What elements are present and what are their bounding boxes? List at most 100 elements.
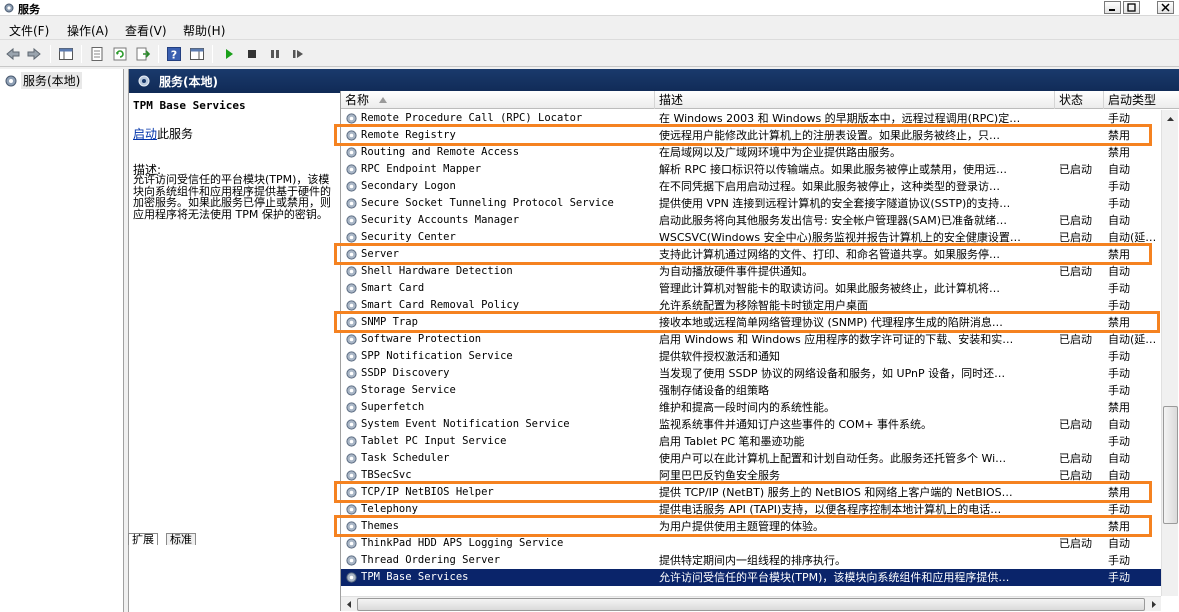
service-row[interactable]: Secure Socket Tunneling Protocol Service…: [341, 195, 1161, 212]
vertical-scroll-thumb[interactable]: [1163, 406, 1178, 524]
service-name: ThinkPad HDD APS Logging Service: [361, 537, 564, 549]
close-button[interactable]: [1157, 1, 1174, 14]
service-startup-type: 禁用: [1108, 146, 1130, 159]
service-name-cell: Routing and Remote Access: [345, 144, 651, 161]
service-row[interactable]: ThinkPad HDD APS Logging Service 已启动 自动: [341, 535, 1161, 552]
menu-file[interactable]: 文件(F): [9, 22, 49, 39]
back-icon: [6, 47, 20, 61]
column-header-startup-type[interactable]: 启动类型: [1104, 91, 1179, 109]
menu-view[interactable]: 查看(V): [125, 22, 167, 39]
restart-service-button[interactable]: [289, 45, 307, 63]
menu-help[interactable]: 帮助(H): [183, 22, 225, 39]
service-row[interactable]: TBSecSvc 阿里巴巴反钓鱼安全服务 已启动 自动: [341, 467, 1161, 484]
service-detail-panel: TPM Base Services 启动此服务 描述: 允许访问受信任的平台模块…: [129, 95, 336, 585]
service-row[interactable]: TCP/IP NetBIOS Helper 提供 TCP/IP (NetBT) 服…: [341, 484, 1161, 501]
service-description: 提供使用 VPN 连接到远程计算机的安全套接字隧道协议(SSTP)的支持…: [659, 197, 1011, 210]
menu-action[interactable]: 操作(A): [67, 22, 109, 39]
service-row[interactable]: TPM Base Services 允许访问受信任的平台模块(TPM)，该模块向系…: [341, 569, 1161, 586]
service-row[interactable]: Secondary Logon 在不同凭据下启用启动过程。如果此服务被停止，这种类…: [341, 178, 1161, 195]
service-row[interactable]: Security Accounts Manager 启动此服务将向其他服务发出信号…: [341, 212, 1161, 229]
service-name-cell: Tablet PC Input Service: [345, 433, 651, 450]
service-gear-icon: [346, 181, 357, 192]
minimize-button[interactable]: [1104, 1, 1121, 14]
forward-button[interactable]: [25, 45, 43, 63]
export-icon: [136, 47, 151, 61]
services-gear-icon: [138, 75, 150, 87]
service-description: 启动此服务将向其他服务发出信号: 安全帐户管理器(SAM)已准备就绪…: [659, 214, 1007, 227]
service-description: 阿里巴巴反钓鱼安全服务: [659, 469, 780, 482]
service-row[interactable]: RPC Endpoint Mapper 解析 RPC 接口标识符以传输端点。如果此…: [341, 161, 1161, 178]
service-name-cell: SSDP Discovery: [345, 365, 651, 382]
service-startup-type: 自动: [1108, 163, 1130, 176]
service-row[interactable]: Smart Card Removal Policy 允许系统配置为移除智能卡时锁定…: [341, 297, 1161, 314]
tab-standard[interactable]: 标准: [166, 533, 196, 546]
service-row[interactable]: Themes 为用户提供使用主题管理的体验。 禁用: [341, 518, 1161, 535]
service-status: 已启动: [1059, 469, 1092, 482]
service-row[interactable]: System Event Notification Service 监视系统事件并…: [341, 416, 1161, 433]
service-row[interactable]: SNMP Trap 接收本地或远程简单网络管理协议 (SNMP) 代理程序生成的陷…: [341, 314, 1161, 331]
scroll-up-button[interactable]: [1163, 111, 1178, 126]
service-gear-icon: [346, 317, 357, 328]
services-list: 名称 描述 状态 启动类型 Remote Procedure Call (RPC…: [334, 91, 1179, 611]
scroll-right-icon: [1151, 601, 1156, 608]
service-row[interactable]: Superfetch 维护和提高一段时间内的系统性能。 禁用: [341, 399, 1161, 416]
service-row[interactable]: Smart Card 管理此计算机对智能卡的取读访问。如果此服务被终止，此计算机将…: [341, 280, 1161, 297]
service-row[interactable]: Storage Service 强制存储设备的组策略 手动: [341, 382, 1161, 399]
service-row[interactable]: SPP Notification Service 提供软件授权激活和通知 手动: [341, 348, 1161, 365]
services-gear-icon: [4, 3, 14, 13]
service-row[interactable]: Tablet PC Input Service 启用 Tablet PC 笔和墨迹…: [341, 433, 1161, 450]
scroll-right-button[interactable]: [1146, 597, 1161, 612]
maximize-button[interactable]: [1123, 1, 1140, 14]
service-gear-icon: [346, 283, 357, 294]
content-pane: 服务(本地) TPM Base Services 启动此服务 描述: 允许访问受…: [128, 69, 1179, 612]
service-row[interactable]: Remote Procedure Call (RPC) Locator 在 Win…: [341, 110, 1161, 127]
start-service-link[interactable]: 启动: [133, 127, 157, 141]
service-description: WSCSVC(Windows 安全中心)服务监视并报告计算机上的安全健康设置…: [659, 231, 1021, 244]
service-gear-icon: [346, 402, 357, 413]
back-button[interactable]: [4, 45, 22, 63]
tree-node-services-local[interactable]: 服务(本地): [4, 72, 83, 89]
stop-service-button[interactable]: [243, 45, 261, 63]
scroll-up-icon: [1167, 116, 1174, 121]
help-button[interactable]: ?: [165, 45, 183, 63]
service-row[interactable]: Server 支持此计算机通过网络的文件、打印、和命名管道共享。如果服务停… 禁用: [341, 246, 1161, 263]
start-service-button[interactable]: [220, 45, 238, 63]
service-name: Task Scheduler: [361, 452, 450, 464]
service-row[interactable]: Routing and Remote Access 在局域网以及广域网环境中为企业…: [341, 144, 1161, 161]
column-header-status[interactable]: 状态: [1055, 91, 1104, 109]
service-row[interactable]: Task Scheduler 使用户可以在此计算机上配置和计划自动任务。此服务还托…: [341, 450, 1161, 467]
console-tree-button[interactable]: [57, 45, 75, 63]
service-status: 已启动: [1059, 418, 1092, 431]
service-gear-icon: [346, 130, 357, 141]
service-description: 在不同凭据下启用启动过程。如果此服务被停止，这种类型的登录访…: [659, 180, 1000, 193]
horizontal-scrollbar[interactable]: [341, 596, 1161, 611]
scroll-left-button[interactable]: [341, 597, 356, 612]
refresh-button[interactable]: [111, 45, 129, 63]
horizontal-scroll-thumb[interactable]: [357, 598, 1145, 611]
service-name-cell: Smart Card Removal Policy: [345, 297, 651, 314]
service-gear-icon: [346, 249, 357, 260]
show-hide-button[interactable]: [188, 45, 206, 63]
service-name: SSDP Discovery: [361, 367, 450, 379]
column-header-description[interactable]: 描述: [655, 91, 1055, 109]
service-row[interactable]: Telephony 提供电话服务 API (TAPI)支持，以便各程序控制本地计算…: [341, 501, 1161, 518]
service-row[interactable]: Thread Ordering Server 提供特定期间内一组线程的排序执行。 手…: [341, 552, 1161, 569]
service-row[interactable]: Security Center WSCSVC(Windows 安全中心)服务监视并…: [341, 229, 1161, 246]
column-header-name[interactable]: 名称: [341, 91, 655, 109]
service-name: Software Protection: [361, 333, 482, 345]
properties-button[interactable]: [88, 45, 106, 63]
view-tabs: 扩展 标准: [0, 532, 211, 546]
service-name: Smart Card: [361, 282, 425, 294]
vertical-scrollbar[interactable]: [1161, 110, 1178, 596]
service-row[interactable]: Software Protection 启用 Windows 和 Windows …: [341, 331, 1161, 348]
service-row[interactable]: SSDP Discovery 当发现了使用 SSDP 协议的网络设备和服务，如 U…: [341, 365, 1161, 382]
pause-service-button[interactable]: [266, 45, 284, 63]
service-description: 提供特定期间内一组线程的排序执行。: [659, 554, 846, 567]
service-row[interactable]: Shell Hardware Detection 为自动播放硬件事件提供通知。 已启…: [341, 263, 1161, 280]
help-icon: ?: [167, 47, 181, 62]
service-status: 已启动: [1059, 231, 1092, 244]
tree-node-label: 服务(本地): [21, 72, 83, 89]
tab-extended[interactable]: 扩展: [128, 533, 158, 546]
service-row[interactable]: Remote Registry 使远程用户能修改此计算机上的注册表设置。如果此服务…: [341, 127, 1161, 144]
export-button[interactable]: [134, 45, 152, 63]
